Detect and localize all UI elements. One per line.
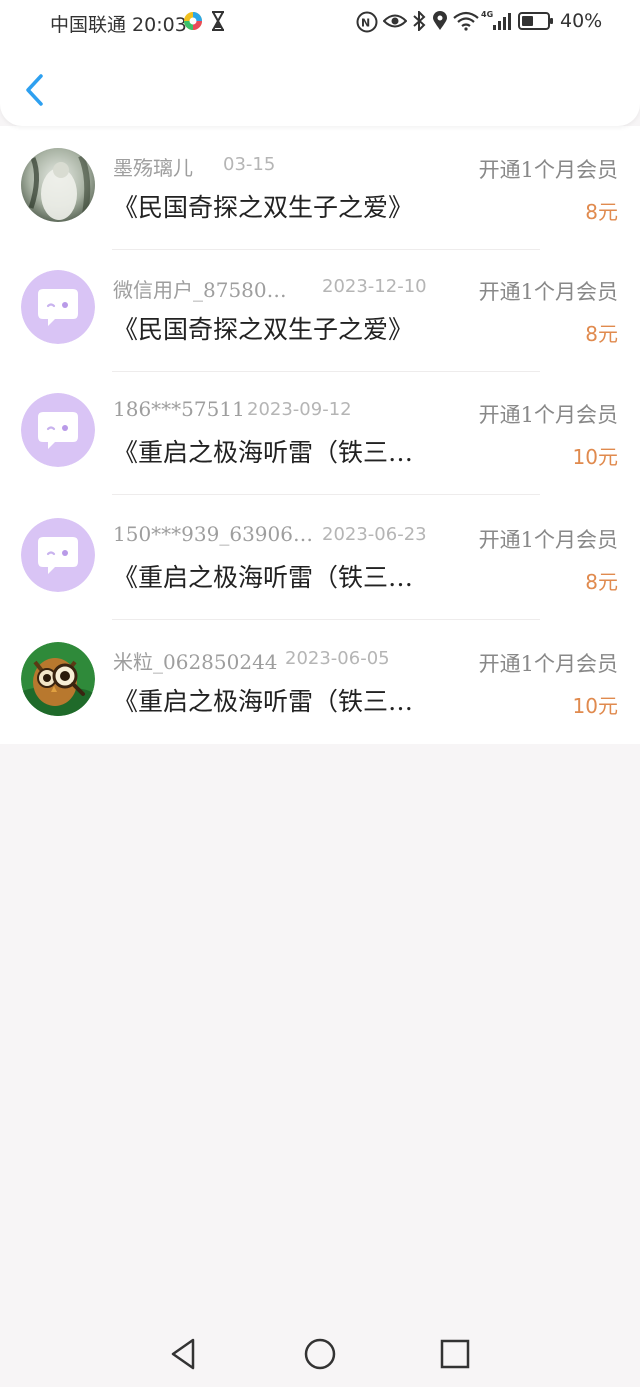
system-navigation-bar <box>0 1318 640 1387</box>
signal-4g-icon: 4G <box>481 10 511 30</box>
price-label: 8元 <box>585 322 618 346</box>
eye-icon <box>383 14 407 28</box>
plan-label: 开通1个月会员 <box>478 158 618 182</box>
svg-text:N: N <box>361 17 370 30</box>
price-label: 10元 <box>572 445 618 469</box>
svg-text:4G: 4G <box>481 10 493 19</box>
record-date: 2023-06-05 <box>285 648 390 669</box>
novel-title: 《民国奇探之双生子之爱》 <box>113 315 414 344</box>
record-date: 2023-12-10 <box>322 276 427 297</box>
plan-label: 开通1个月会员 <box>478 280 618 304</box>
avatar <box>21 148 95 222</box>
top-bar: 中国联通 20:03 N 4G 40% <box>0 0 640 126</box>
price-label: 10元 <box>572 694 618 718</box>
user-name: 150***939_63906… <box>113 522 313 546</box>
novel-title: 《重启之极海听雷（铁三… <box>113 687 414 716</box>
wifi-icon <box>453 11 479 31</box>
novel-title: 《民国奇探之双生子之爱》 <box>113 193 414 222</box>
membership-record-list: 墨殇璃儿 03-15 《民国奇探之双生子之爱》 开通1个月会员 8元 微信用户_… <box>0 126 640 744</box>
list-item[interactable]: 米粒_062850244 2023-06-05 《重启之极海听雷（铁三… 开通1… <box>0 620 640 744</box>
price-label: 8元 <box>585 200 618 224</box>
home-circle-icon[interactable] <box>302 1336 338 1372</box>
bluetooth-icon <box>413 11 426 31</box>
avatar <box>21 393 95 467</box>
avatar <box>21 518 95 592</box>
recents-square-icon[interactable] <box>437 1336 473 1372</box>
avatar <box>21 270 95 344</box>
divider <box>112 494 540 495</box>
record-date: 03-15 <box>223 154 276 175</box>
list-item[interactable]: 150***939_63906… 2023-06-23 《重启之极海听雷（铁三…… <box>0 496 640 620</box>
plan-label: 开通1个月会员 <box>478 652 618 676</box>
user-name: 墨殇璃儿 <box>113 156 193 180</box>
hourglass-icon <box>212 11 224 31</box>
carrier-time: 中国联通 20:03 <box>50 14 187 36</box>
record-date: 2023-09-12 <box>247 399 352 420</box>
battery-percent: 40% <box>560 10 603 32</box>
chevron-left-icon[interactable] <box>20 70 52 110</box>
avatar <box>21 642 95 716</box>
user-name: 186***57511 <box>113 397 245 421</box>
price-label: 8元 <box>585 570 618 594</box>
list-item[interactable]: 墨殇璃儿 03-15 《民国奇探之双生子之爱》 开通1个月会员 8元 <box>0 126 640 250</box>
plan-label: 开通1个月会员 <box>478 528 618 552</box>
user-name: 微信用户_87580… <box>113 278 287 302</box>
back-triangle-icon[interactable] <box>166 1336 202 1372</box>
novel-title: 《重启之极海听雷（铁三… <box>113 563 414 592</box>
record-date: 2023-06-23 <box>322 524 427 545</box>
plan-label: 开通1个月会员 <box>478 403 618 427</box>
location-icon <box>433 11 447 30</box>
list-item[interactable]: 微信用户_87580… 2023-12-10 《民国奇探之双生子之爱》 开通1个… <box>0 248 640 372</box>
nfc-icon: N <box>356 11 378 33</box>
novel-title: 《重启之极海听雷（铁三… <box>113 438 414 467</box>
status-bar: 中国联通 20:03 N 4G 40% <box>0 0 640 44</box>
user-name: 米粒_062850244 <box>113 650 278 674</box>
list-item[interactable]: 186***57511 2023-09-12 《重启之极海听雷（铁三… 开通1个… <box>0 371 640 495</box>
colorful-app-icon <box>184 12 202 30</box>
battery-icon <box>518 12 553 30</box>
